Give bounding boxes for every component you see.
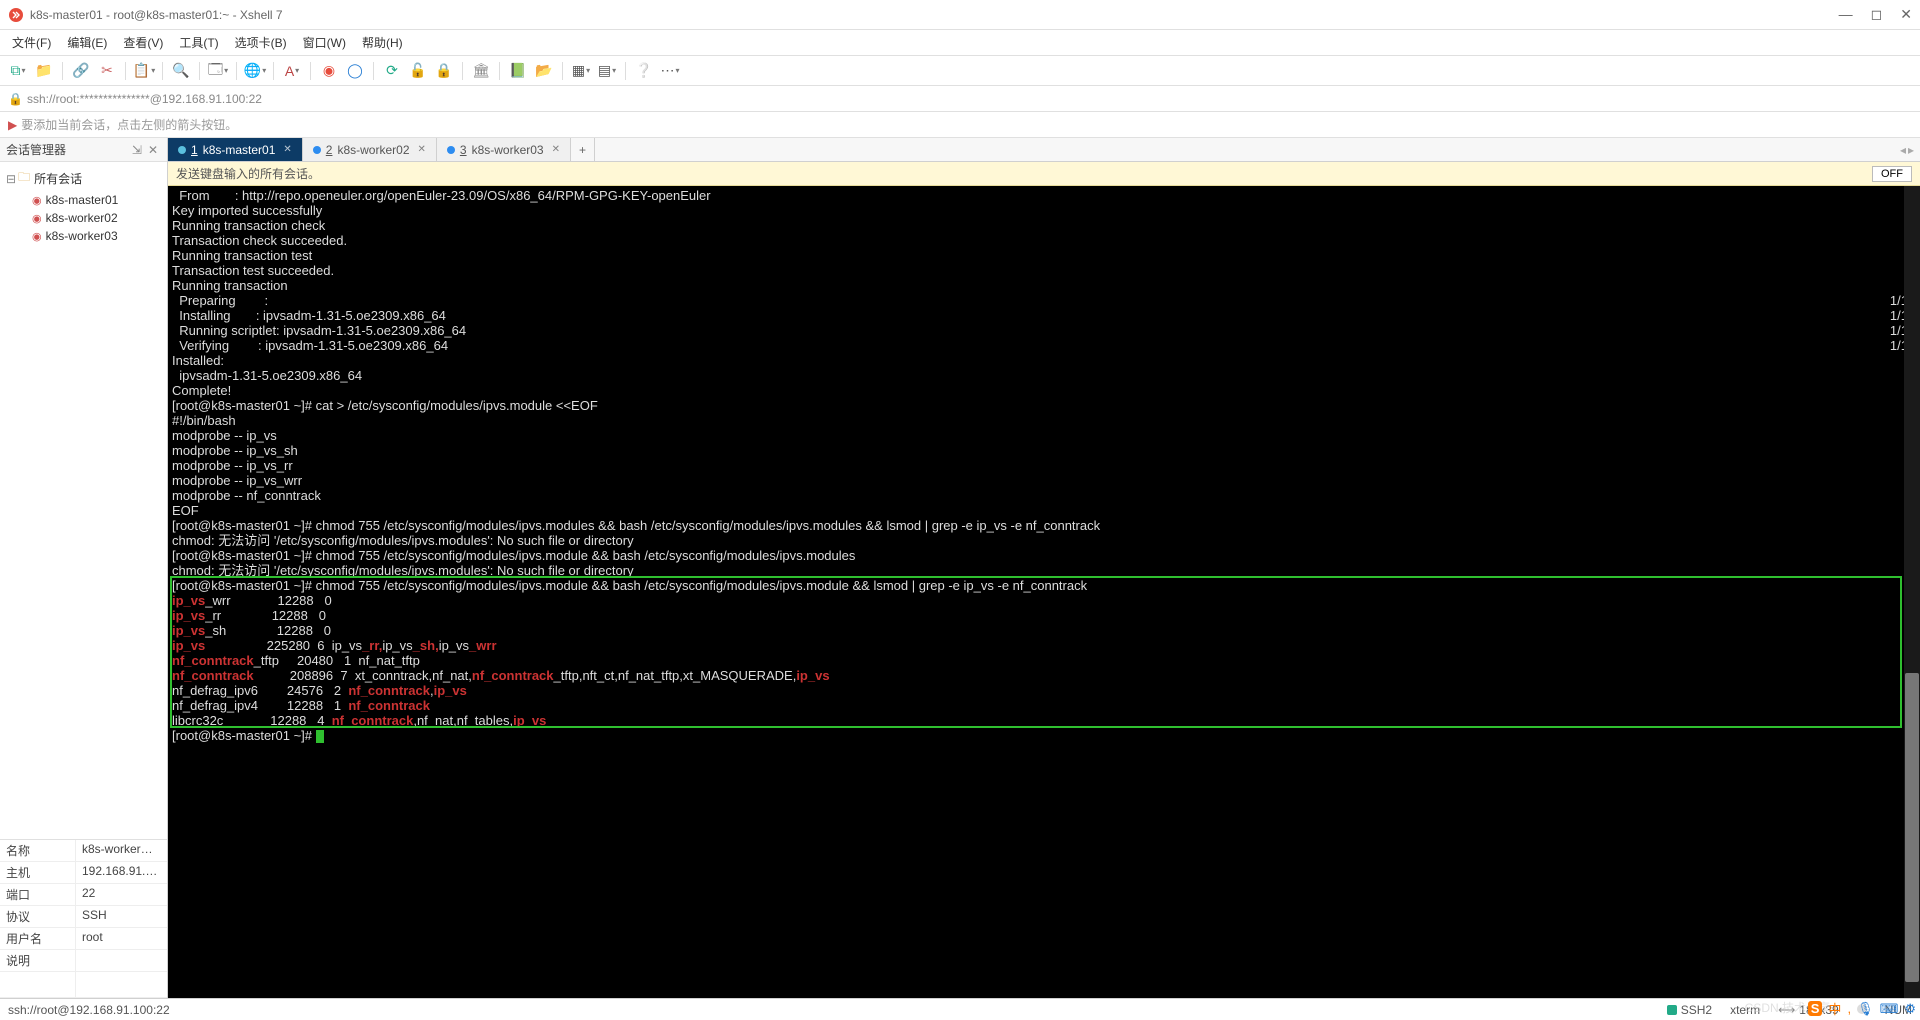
folder-icon: 🗀	[18, 168, 30, 189]
hint-text: 要添加当前会话，点击左侧的箭头按钮。	[21, 116, 237, 133]
tab-close-icon[interactable]: ✕	[418, 144, 426, 155]
close-panel-icon[interactable]: ✕	[145, 143, 161, 157]
new-session-button[interactable]: ⧉	[6, 59, 30, 83]
status-dot-icon	[178, 146, 186, 154]
menu-window[interactable]: 窗口(W)	[295, 30, 354, 55]
address-text: ssh://root:***************@192.168.91.10…	[27, 92, 262, 106]
ime-mic-icon[interactable]: 🎙	[1857, 1001, 1874, 1017]
session-icon: ◉	[32, 194, 42, 207]
session-item-master01[interactable]: ◉ k8s-master01	[0, 191, 167, 209]
font-button[interactable]: A	[280, 59, 304, 83]
menu-help[interactable]: 帮助(H)	[354, 30, 411, 55]
tab-strip: 1 k8s-master01 ✕ 2 k8s-worker02 ✕ 3 k8s-…	[168, 138, 1920, 162]
prop-user: root	[76, 928, 167, 949]
window-controls: — ◻ ✕	[1839, 6, 1912, 23]
ime-comma-icon[interactable]: ,	[1847, 1001, 1851, 1016]
status-dot-icon	[313, 146, 321, 154]
session-item-worker02[interactable]: ◉ k8s-worker02	[0, 209, 167, 227]
prop-desc	[76, 950, 167, 971]
about-button[interactable]: ⋯	[658, 59, 682, 83]
menu-tabs[interactable]: 选项卡(B)	[227, 30, 295, 55]
swirl-icon[interactable]: ◉	[317, 59, 341, 83]
ime-icon[interactable]: S	[1808, 1001, 1823, 1016]
copy-button[interactable]: 📋	[132, 59, 156, 83]
status-term: xterm	[1730, 1003, 1760, 1017]
status-connection: ssh://root@192.168.91.100:22	[8, 1003, 170, 1017]
main-area: 会话管理器 ⇲ ✕ ⊟ 🗀 所有会话 ◉ k8s-master01 ◉ k8s-…	[0, 138, 1920, 998]
flag-icon: ▶	[8, 118, 17, 132]
ime-settings-icon[interactable]: ⚙	[1904, 1001, 1916, 1017]
prop-name: k8s-worker…	[76, 840, 167, 861]
tab-close-icon[interactable]: ✕	[283, 144, 291, 155]
close-button[interactable]: ✕	[1900, 6, 1912, 23]
toolbar: ⧉ 📁 🔗 ✂ 📋 🔍 🗔 🌐 A ◉ ◯ ⟳ 🔓 🔒 🏛 📗 📂 ▦ ▤ ❔ …	[0, 56, 1920, 86]
lock-open-icon[interactable]: 🔓	[406, 59, 430, 83]
tab-worker02[interactable]: 2 k8s-worker02 ✕	[303, 138, 437, 161]
ime-keyboard-icon[interactable]: ⌨	[1880, 1001, 1899, 1017]
tab-prev-icon[interactable]: ◂	[1900, 143, 1906, 157]
broadcast-bar: 发送键盘输入的所有会话。 OFF	[168, 162, 1920, 186]
scrollbar-track[interactable]	[1904, 186, 1920, 998]
broadcast-toggle[interactable]: OFF	[1872, 166, 1912, 182]
circle-icon[interactable]: ◯	[343, 59, 367, 83]
tab-close-icon[interactable]: ✕	[552, 144, 560, 155]
menu-tools[interactable]: 工具(T)	[171, 30, 226, 55]
add-tab-button[interactable]: +	[571, 138, 595, 161]
find-button[interactable]: 🔍	[169, 59, 193, 83]
session-manager-title: 会话管理器	[6, 141, 66, 158]
browser-button[interactable]: 🌐	[243, 59, 267, 83]
maximize-button[interactable]: ◻	[1871, 6, 1883, 23]
lock-icon: 🔒	[8, 92, 23, 106]
tab-next-icon[interactable]: ▸	[1908, 143, 1914, 157]
titlebar: k8s-master01 - root@k8s-master01:~ - Xsh…	[0, 0, 1920, 30]
prop-host: 192.168.91.…	[76, 862, 167, 883]
prop-port: 22	[76, 884, 167, 905]
menubar: 文件(F) 编辑(E) 查看(V) 工具(T) 选项卡(B) 窗口(W) 帮助(…	[0, 30, 1920, 56]
menu-edit[interactable]: 编辑(E)	[59, 30, 115, 55]
reconnect-button[interactable]: 🔗	[69, 59, 93, 83]
layout-button[interactable]: ▦	[569, 59, 593, 83]
status-ssh: SSH2	[1667, 1003, 1712, 1017]
pin-icon[interactable]: ⇲	[129, 143, 145, 157]
tree-root-label: 所有会话	[34, 170, 82, 187]
window-title: k8s-master01 - root@k8s-master01:~ - Xsh…	[30, 8, 1839, 22]
open-session-button[interactable]: 📁	[32, 59, 56, 83]
content-area: 1 k8s-master01 ✕ 2 k8s-worker02 ✕ 3 k8s-…	[168, 138, 1920, 998]
refresh-icon[interactable]: ⟳	[380, 59, 404, 83]
menu-view[interactable]: 查看(V)	[115, 30, 171, 55]
prop-proto: SSH	[76, 906, 167, 927]
xftp-icon[interactable]: 📗	[506, 59, 530, 83]
terminal[interactable]: From : http://repo.openeuler.org/openEul…	[168, 186, 1920, 998]
system-tray: S 中 , 🎙 ⌨ ⚙	[1808, 999, 1916, 1018]
minimize-button[interactable]: —	[1839, 6, 1853, 23]
status-dot-icon	[447, 146, 455, 154]
tab-worker03[interactable]: 3 k8s-worker03 ✕	[437, 138, 571, 161]
disconnect-button[interactable]: ✂	[95, 59, 119, 83]
menu-file[interactable]: 文件(F)	[4, 30, 59, 55]
tab-master01[interactable]: 1 k8s-master01 ✕	[168, 138, 303, 161]
collapse-icon[interactable]: ⊟	[6, 172, 16, 186]
ime-lang-icon[interactable]: 中	[1828, 999, 1841, 1018]
history-icon[interactable]: 🏛	[469, 59, 493, 83]
session-manager-header: 会话管理器 ⇲ ✕	[0, 138, 167, 162]
session-manager: 会话管理器 ⇲ ✕ ⊟ 🗀 所有会话 ◉ k8s-master01 ◉ k8s-…	[0, 138, 168, 998]
folder-icon[interactable]: 📂	[532, 59, 556, 83]
help-icon[interactable]: ❔	[632, 59, 656, 83]
session-properties: 名称k8s-worker… 主机192.168.91.… 端口22 协议SSH …	[0, 839, 167, 998]
scrollbar-thumb[interactable]	[1905, 673, 1919, 982]
address-bar[interactable]: 🔒 ssh://root:***************@192.168.91.…	[0, 86, 1920, 112]
status-bar: ssh://root@192.168.91.100:22 SSH2 xterm …	[0, 998, 1920, 1020]
tab-nav: ◂ ▸	[1894, 138, 1920, 161]
app-icon	[8, 7, 24, 23]
session-tree: ⊟ 🗀 所有会话 ◉ k8s-master01 ◉ k8s-worker02 ◉…	[0, 162, 167, 249]
session-item-worker03[interactable]: ◉ k8s-worker03	[0, 227, 167, 245]
properties-button[interactable]: 🗔	[206, 59, 230, 83]
hint-bar: ▶ 要添加当前会话，点击左侧的箭头按钮。	[0, 112, 1920, 138]
tile-button[interactable]: ▤	[595, 59, 619, 83]
session-icon: ◉	[32, 212, 42, 225]
lock-icon[interactable]: 🔒	[432, 59, 456, 83]
broadcast-text: 发送键盘输入的所有会话。	[176, 165, 320, 182]
session-icon: ◉	[32, 230, 42, 243]
tree-root[interactable]: ⊟ 🗀 所有会话	[0, 166, 167, 191]
